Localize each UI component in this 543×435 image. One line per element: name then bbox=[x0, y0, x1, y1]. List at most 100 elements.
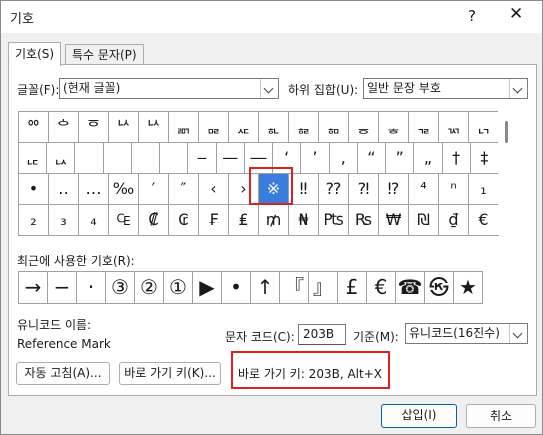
symbol-cell[interactable]: ‼ bbox=[289, 174, 319, 205]
symbol-cell[interactable]: ‹ bbox=[199, 174, 229, 205]
symbol-cell[interactable]: ₩ bbox=[379, 205, 409, 236]
symbol-cell[interactable]: ₃ bbox=[49, 205, 79, 236]
symbol-cell[interactable]: ― bbox=[244, 143, 274, 174]
recent-symbol-cell[interactable]: 』 bbox=[309, 272, 338, 304]
symbol-cell[interactable]: ‥ bbox=[49, 174, 79, 205]
symbol-cell[interactable] bbox=[160, 143, 189, 174]
help-button[interactable]: ? bbox=[468, 7, 476, 25]
close-button[interactable]: ✕ bbox=[509, 4, 523, 24]
tab-special-characters[interactable]: 특수 문자(P) bbox=[65, 44, 144, 65]
recent-symbol-cell[interactable]: 『 bbox=[280, 272, 309, 304]
symbol-cell[interactable]: • bbox=[19, 174, 49, 205]
symbol-cell[interactable]: ⁈ bbox=[349, 174, 379, 205]
symbol-cell[interactable]: ᅇ bbox=[19, 112, 49, 143]
symbol-cell[interactable]: ‘ bbox=[273, 143, 302, 174]
symbol-cell[interactable]: ᇑ bbox=[169, 112, 199, 143]
symbol-cell[interactable]: ₤ bbox=[229, 205, 259, 236]
tab-symbols[interactable]: 기호(S) bbox=[8, 42, 62, 66]
symbol-cell[interactable]: † bbox=[442, 143, 471, 174]
symbol-cell[interactable]: ᇨ bbox=[229, 112, 259, 143]
symbol-cell[interactable]: ᇂ bbox=[379, 112, 409, 143]
recent-symbol-cell[interactable]: · bbox=[77, 272, 106, 304]
symbol-cell[interactable]: ₢ bbox=[169, 205, 199, 236]
recent-symbol-cell[interactable]: ① bbox=[164, 272, 193, 304]
recent-symbol-cell[interactable]: ③ bbox=[106, 272, 135, 304]
recent-symbol-cell[interactable]: ☎ bbox=[396, 272, 425, 304]
symbol-cell[interactable]: ₣ bbox=[199, 205, 229, 236]
symbol-cell[interactable]: ₠ bbox=[109, 205, 139, 236]
font-select[interactable]: (현재 글꼴) bbox=[59, 78, 279, 99]
symbol-cell[interactable] bbox=[75, 143, 104, 174]
symbol-cell[interactable]: … bbox=[79, 174, 109, 205]
symbol-cell[interactable]: ′ bbox=[139, 174, 169, 205]
symbol-cell[interactable] bbox=[103, 143, 132, 174]
recent-symbol-cell[interactable]: € bbox=[367, 272, 396, 304]
recent-symbol-cell[interactable]: ↑ bbox=[251, 272, 280, 304]
chevron-down-icon[interactable] bbox=[509, 324, 527, 343]
symbol-cell[interactable]: ᇆ bbox=[19, 143, 48, 174]
chevron-down-icon[interactable] bbox=[260, 79, 278, 98]
symbol-cell[interactable]: ₨ bbox=[349, 205, 379, 236]
symbol-cell[interactable]: ᇃ bbox=[409, 112, 439, 143]
symbol-cell[interactable]: ₥ bbox=[259, 205, 289, 236]
symbol-cell[interactable]: ᇵ bbox=[259, 112, 289, 143]
symbol-grid-scrollbar[interactable] bbox=[498, 111, 514, 235]
symbol-cell[interactable]: ⁇ bbox=[319, 174, 349, 205]
chevron-down-icon[interactable] bbox=[509, 79, 527, 98]
subset-select[interactable]: 일반 문장 부호 bbox=[363, 78, 528, 99]
symbol-cell[interactable]: ᇛ bbox=[199, 112, 229, 143]
symbol-cell[interactable]: ″ bbox=[169, 174, 199, 205]
symbol-cell[interactable]: ‡ bbox=[470, 143, 499, 174]
recent-symbol-cell[interactable]: • bbox=[222, 272, 251, 304]
symbol-cell[interactable]: ⁿ bbox=[439, 174, 469, 205]
base-select[interactable]: 유니코드(16진수) bbox=[405, 323, 528, 344]
symbol-cell[interactable] bbox=[131, 143, 161, 174]
symbol-cell[interactable]: ⁉ bbox=[379, 174, 409, 205]
symbol-cell[interactable]: ‒ bbox=[188, 143, 217, 174]
autocorrect-button[interactable]: 자동 고침(A)... bbox=[16, 362, 110, 385]
symbol-cell[interactable]: ⁴ bbox=[409, 174, 439, 205]
symbol-cell[interactable]: ” bbox=[386, 143, 415, 174]
symbol-cell[interactable]: “ bbox=[357, 143, 387, 174]
cancel-button[interactable]: 취소 bbox=[466, 404, 536, 428]
symbol-cell[interactable]: › bbox=[229, 174, 259, 205]
symbol-cell[interactable]: ₪ bbox=[409, 205, 439, 236]
symbol-cell[interactable]: ‰ bbox=[109, 174, 139, 205]
symbol-cell[interactable]: ᇷ bbox=[319, 112, 349, 143]
symbol-cell[interactable]: ₁ bbox=[469, 174, 499, 205]
shortcut-key-button[interactable]: 바로 가기 키(K)... bbox=[119, 362, 221, 385]
symbol-cell[interactable]: ₡ bbox=[139, 205, 169, 236]
symbol-cell[interactable]: ᅛ bbox=[139, 112, 169, 143]
symbol-cell[interactable]: ᅛ bbox=[109, 112, 139, 143]
base-label: 기준(M): bbox=[353, 330, 399, 344]
symbol-cell[interactable]: „ bbox=[414, 143, 443, 174]
symbol-cell[interactable]: ᇹ bbox=[349, 112, 379, 143]
recent-symbol-cell[interactable]: ㉿ bbox=[425, 272, 454, 304]
symbol-cell[interactable]: ₧ bbox=[319, 205, 349, 236]
recent-symbol-cell[interactable]: ▶ bbox=[193, 272, 222, 304]
symbol-cell[interactable]: ’ bbox=[301, 143, 330, 174]
recent-symbol-cell[interactable]: ② bbox=[135, 272, 164, 304]
symbol-cell[interactable]: ₂ bbox=[19, 205, 49, 236]
recent-symbol-cell[interactable]: − bbox=[48, 272, 77, 304]
unicode-name-label: 유니코드 이름: bbox=[17, 318, 92, 332]
symbol-cell[interactable]: ‚ bbox=[329, 143, 358, 174]
symbol-cell[interactable]: € bbox=[469, 205, 499, 236]
symbol-cell[interactable]: ᅌ bbox=[49, 112, 79, 143]
char-code-input[interactable]: 203B bbox=[298, 324, 346, 345]
insert-button[interactable]: 삽입(I) bbox=[381, 404, 457, 428]
recent-symbol-cell[interactable]: £ bbox=[338, 272, 367, 304]
scrollbar-thumb[interactable] bbox=[505, 121, 508, 143]
symbol-cell[interactable]: ₫ bbox=[439, 205, 469, 236]
symbol-cell[interactable]: ※ bbox=[259, 174, 289, 205]
symbol-cell[interactable]: ᇅ bbox=[469, 112, 499, 143]
symbol-cell[interactable]: ₦ bbox=[289, 205, 319, 236]
symbol-cell[interactable]: ᇇ bbox=[47, 143, 76, 174]
symbol-cell[interactable]: — bbox=[216, 143, 245, 174]
symbol-cell[interactable]: ᅙ bbox=[79, 112, 109, 143]
recent-symbol-cell[interactable]: → bbox=[19, 272, 48, 304]
symbol-cell[interactable]: ᇄ bbox=[439, 112, 469, 143]
symbol-cell[interactable]: ᇶ bbox=[289, 112, 319, 143]
recent-symbol-cell[interactable]: ★ bbox=[454, 272, 483, 304]
symbol-cell[interactable]: ₄ bbox=[79, 205, 109, 236]
